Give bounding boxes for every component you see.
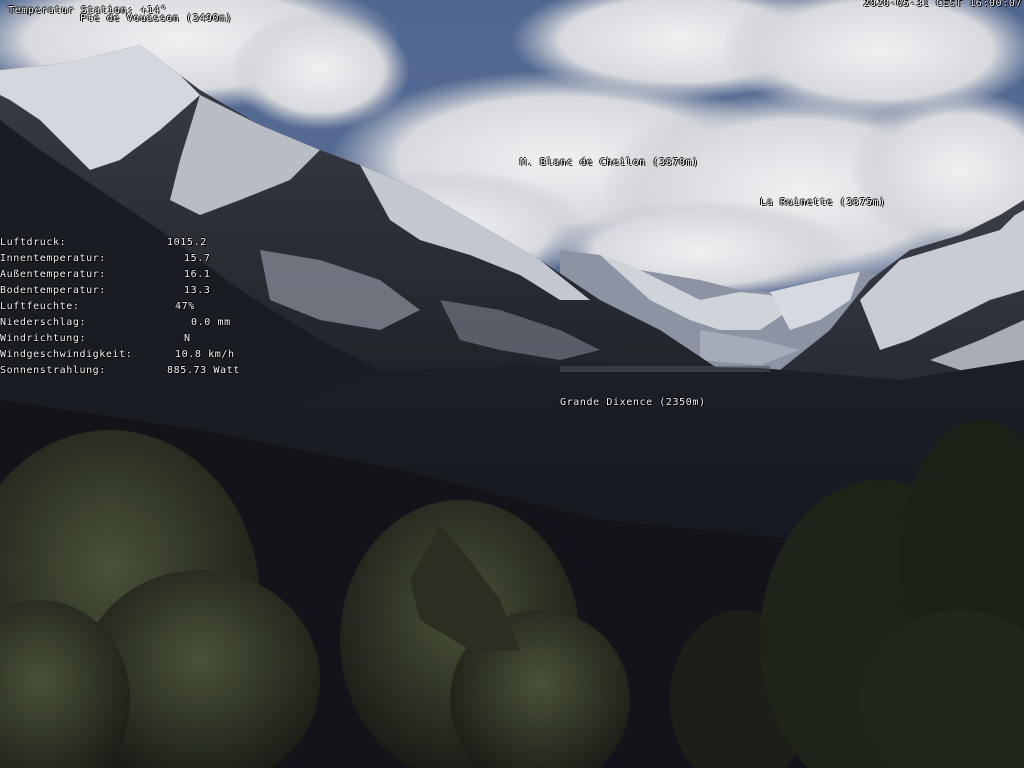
weather-readout: Luftdruck: 1015.2 Innentemperatur: 15.7 …: [0, 237, 239, 381]
weather-label: Bodentemperatur:: [0, 285, 106, 296]
weather-row-indoor-temp: Innentemperatur: 15.7: [0, 253, 210, 269]
weather-row-ground-temp: Bodentemperatur: 13.3: [0, 285, 210, 301]
weather-row-wind-direction: Windrichtung: N: [0, 333, 190, 349]
weather-value: 1015.2: [167, 237, 207, 248]
timestamp-label: 2020-05-31 CEST 16:00:07: [863, 0, 1022, 9]
weather-label: Luftfeuchte:: [0, 301, 80, 312]
weather-label: Sonnenstrahlung:: [0, 365, 106, 376]
weather-label: Windrichtung:: [0, 333, 87, 344]
weather-value: 10.8 km/h: [175, 349, 235, 360]
weather-value: N: [184, 333, 191, 344]
weather-value: 13.3: [184, 285, 211, 296]
weather-label: Niederschlag:: [0, 317, 87, 328]
weather-value: 885.73 Watt: [167, 365, 240, 376]
dam-wall: [560, 366, 770, 372]
peak-label-ruinette: La Ruinette (3875m): [760, 197, 886, 208]
dam-label-dixence: Grande Dixence (2350m): [560, 397, 706, 408]
weather-row-solar-radiation: Sonnenstrahlung: 885.73 Watt: [0, 365, 239, 381]
weather-row-humidity: Luftfeuchte: 47%: [0, 301, 194, 317]
weather-row-precipitation: Niederschlag: 0.0 mm: [0, 317, 230, 333]
weather-row-outdoor-temp: Außentemperatur: 16.1: [0, 269, 210, 285]
weather-label: Luftdruck:: [0, 237, 67, 248]
weather-label: Außentemperatur:: [0, 269, 106, 280]
weather-label: Windgeschwindigkeit:: [0, 349, 133, 360]
weather-row-wind-speed: Windgeschwindigkeit: 10.8 km/h: [0, 349, 234, 365]
peak-label-cheilon: M. Blanc de Cheilon (3870m): [520, 157, 699, 168]
weather-value: 15.7: [184, 253, 211, 264]
weather-label: Innentemperatur:: [0, 253, 106, 264]
mountain-landscape-photo: [0, 0, 1024, 768]
peak-label-vouasson: Pte de Vouasson (3490m): [80, 13, 233, 24]
weather-value: 16.1: [184, 269, 211, 280]
weather-row-pressure: Luftdruck: 1015.2: [0, 237, 206, 253]
weather-value: 0.0 mm: [191, 317, 231, 328]
weather-value: 47%: [175, 301, 195, 312]
